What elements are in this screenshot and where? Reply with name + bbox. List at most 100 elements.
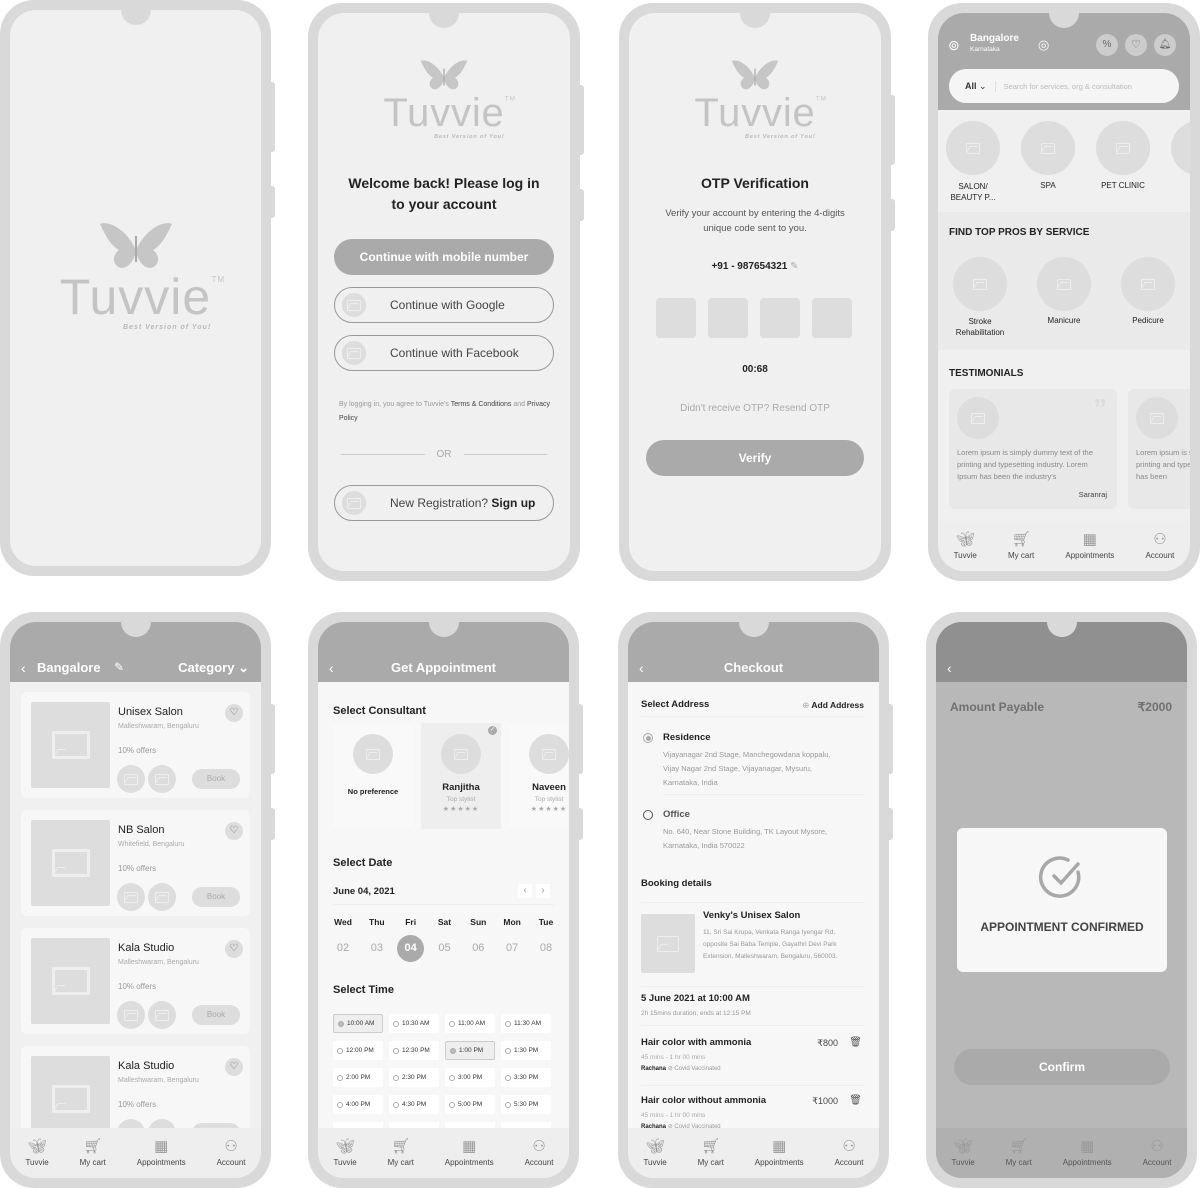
salon-card[interactable]: NB Salon Whitefield, Bengaluru 10% offer… [21, 810, 250, 916]
nav-account[interactable]: ⚇ Account [1145, 532, 1174, 561]
otp-digit-1[interactable] [656, 298, 696, 338]
time-slot[interactable]: 1:30 PM [501, 1041, 551, 1060]
nav-tuvvie[interactable]: 🦋︎ Tuvvie [954, 532, 977, 561]
day-option[interactable]: Fri 04 [396, 917, 426, 962]
day-option[interactable]: Wed 02 [328, 917, 358, 962]
book-button[interactable]: Book [192, 1005, 240, 1025]
edit-pencil-icon[interactable]: ✎ [790, 261, 798, 272]
back-icon[interactable]: ‹ [947, 660, 952, 676]
add-address-button[interactable]: ⊕ Add Address [802, 700, 864, 711]
search-input[interactable]: Search for services, org & consultation [996, 82, 1132, 91]
otp-digit-3[interactable] [760, 298, 800, 338]
category-dropdown[interactable]: Category ⌄ [178, 660, 249, 676]
signup-link[interactable]: Sign up [491, 496, 535, 510]
back-icon[interactable]: ‹ [21, 660, 26, 676]
time-slot[interactable]: 3:30 PM [501, 1068, 551, 1087]
pro-service-item[interactable]: Pedicure [1120, 257, 1176, 338]
day-option[interactable]: Mon 07 [497, 917, 527, 962]
favorite-heart-icon[interactable]: ♡ [225, 704, 243, 722]
category-item[interactable]: SALON/ BEAUTY P... [946, 121, 1000, 203]
time-slot[interactable]: 10:30 AM [389, 1014, 439, 1033]
time-slot[interactable]: 2:00 PM [333, 1068, 383, 1087]
favorite-heart-icon[interactable]: ♡ [225, 940, 243, 958]
nav-account[interactable]: ⚇ Account [1143, 1139, 1172, 1168]
nav-appointments[interactable]: ▦ Appointments [445, 1139, 494, 1168]
time-slot[interactable]: 12:00 PM [333, 1041, 383, 1060]
delete-trash-icon[interactable]: 🗑︎ [849, 1095, 862, 1106]
nav-appointments[interactable]: ▦ Appointments [755, 1139, 804, 1168]
day-option[interactable]: Sun 06 [463, 917, 493, 962]
time-slot[interactable]: 5:30 PM [501, 1095, 551, 1114]
nav-appointments[interactable]: ▦ Appointments [1065, 532, 1114, 561]
address-option-office[interactable]: Office No. 640, Near Stone Building, TK … [643, 809, 864, 853]
day-option[interactable]: Sat 05 [429, 917, 459, 962]
nav-tuvvie[interactable]: 🦋︎ Tuvvie [951, 1139, 974, 1168]
prev-date-button[interactable]: ‹ [518, 884, 532, 898]
nav-cart[interactable]: 🛒︎ My cart [1008, 532, 1034, 561]
time-slot[interactable]: 11:00 AM [445, 1014, 495, 1033]
salon-image [641, 914, 695, 973]
time-slot[interactable]: 5:00 PM [445, 1095, 495, 1114]
terms-link[interactable]: Terms & Conditions [451, 401, 512, 408]
search-bar[interactable]: All ⌄ Search for services, org & consult… [949, 69, 1179, 103]
category-item[interactable]: TA [1171, 121, 1190, 203]
nav-cart[interactable]: 🛒︎ My cart [80, 1139, 106, 1168]
testimonial-card[interactable]: ” Lorem ipsum is simply dummy text of th… [949, 389, 1117, 509]
nav-appointments[interactable]: ▦ Appointments [137, 1139, 186, 1168]
pro-service-item[interactable]: Manicure [1036, 257, 1092, 338]
book-button[interactable]: Book [192, 887, 240, 907]
otp-digit-2[interactable] [708, 298, 748, 338]
nav-account[interactable]: ⚇ Account [525, 1139, 554, 1168]
time-slot[interactable]: 12:30 PM [389, 1041, 439, 1060]
nav-cart[interactable]: 🛒︎ My cart [1006, 1139, 1032, 1168]
signup-button[interactable]: New Registration? Sign up [334, 485, 554, 521]
nav-tuvvie[interactable]: 🦋︎ Tuvvie [643, 1139, 666, 1168]
continue-mobile-button[interactable]: Continue with mobile number [334, 239, 554, 275]
continue-google-button[interactable]: Continue with Google [334, 287, 554, 323]
nav-tuvvie[interactable]: 🦋︎ Tuvvie [25, 1139, 48, 1168]
consultant-card[interactable]: No preference [333, 723, 413, 829]
time-slot[interactable]: 3:00 PM [445, 1068, 495, 1087]
nav-account[interactable]: ⚇ Account [217, 1139, 246, 1168]
consultant-card[interactable]: Naveen Top stylist ★★★★★ [509, 723, 569, 829]
nav-tuvvie[interactable]: 🦋︎ Tuvvie [333, 1139, 356, 1168]
confirm-button[interactable]: Confirm [954, 1049, 1170, 1085]
pro-service-item[interactable]: Stroke Rehabilitation [952, 257, 1008, 338]
day-option[interactable]: Thu 03 [362, 917, 392, 962]
favorite-heart-icon[interactable]: ♡ [225, 822, 243, 840]
favorite-heart-icon[interactable]: ♡ [225, 1058, 243, 1076]
offers-icon[interactable]: % [1096, 34, 1118, 56]
address-section-title: Select Address [641, 699, 710, 710]
time-slot[interactable]: 4:00 PM [333, 1095, 383, 1114]
salon-card[interactable]: Kala Studio Malleshwaram, Bengaluru 10% … [21, 928, 250, 1034]
location-selector[interactable]: Bangalore Karnataka [970, 33, 1019, 53]
salon-card[interactable]: Unisex Salon Malleshwaram, Bengaluru 10%… [21, 692, 250, 798]
next-date-button[interactable]: › [536, 884, 550, 898]
nav-cart[interactable]: 🛒︎ My cart [388, 1139, 414, 1168]
day-option[interactable]: Tue 08 [531, 917, 561, 962]
favorites-heart-icon[interactable]: ♡ [1125, 34, 1147, 56]
delete-trash-icon[interactable]: 🗑︎ [849, 1037, 862, 1048]
resend-otp-link[interactable]: Didn't receive OTP? Resend OTP [629, 403, 881, 414]
nav-appointments[interactable]: ▦ Appointments [1063, 1139, 1112, 1168]
time-slot[interactable]: 4:30 PM [389, 1095, 439, 1114]
consultant-card[interactable]: ✓ Ranjitha Top stylist ★★★★★ [421, 723, 501, 829]
verify-button[interactable]: Verify [646, 440, 864, 476]
otp-digit-4[interactable] [812, 298, 852, 338]
testimonial-card[interactable]: Lorem ipsum is simply dummy text of the … [1128, 389, 1190, 509]
address-option-residence[interactable]: Residence Vijayanagar 2nd Stage, Mancheg… [643, 732, 864, 790]
time-slot[interactable]: 2:30 PM [389, 1068, 439, 1087]
time-slot[interactable]: 1:00 PM [445, 1041, 495, 1060]
continue-facebook-button[interactable]: Continue with Facebook [334, 335, 554, 371]
time-slot[interactable]: 10:00 AM [333, 1014, 383, 1033]
category-item[interactable]: SPA [1021, 121, 1075, 203]
search-filter-dropdown[interactable]: All ⌄ [949, 80, 996, 92]
notification-bell-icon[interactable]: 🔔︎ [1154, 34, 1176, 56]
nav-account[interactable]: ⚇ Account [835, 1139, 864, 1168]
nav-cart[interactable]: 🛒︎ My cart [698, 1139, 724, 1168]
time-slot[interactable]: 11:30 AM [501, 1014, 551, 1033]
gps-target-icon[interactable]: ◎ [1038, 37, 1049, 53]
edit-pencil-icon[interactable]: ✎ [114, 660, 124, 674]
book-button[interactable]: Book [192, 769, 240, 789]
category-item[interactable]: PET CLINIC [1096, 121, 1150, 203]
